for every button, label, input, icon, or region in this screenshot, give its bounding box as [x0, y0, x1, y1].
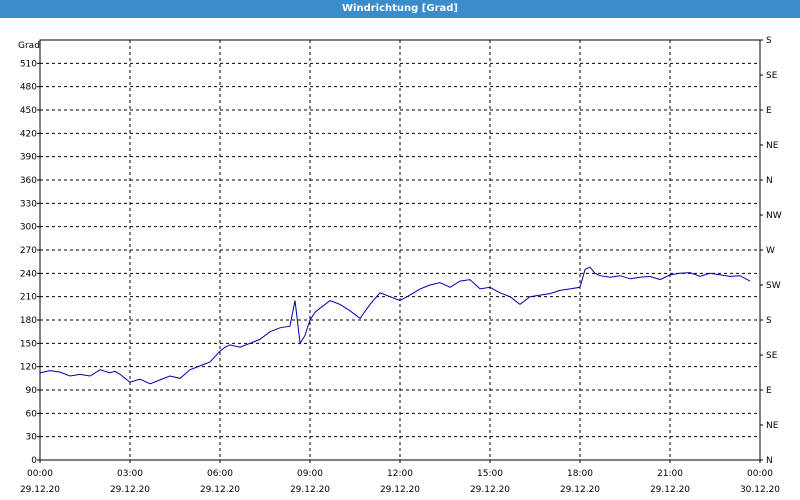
- y-tick-label: 510: [20, 59, 37, 69]
- grid-layer: [40, 40, 760, 460]
- y-tick-label: 150: [20, 339, 37, 349]
- x-tick-date: 29.12.20: [20, 485, 60, 495]
- x-tick-time: 09:00: [297, 469, 323, 479]
- y-tick-label: 300: [20, 223, 37, 233]
- y-axis-ticks: 0 30 60 90 120 150 180 210 240 270 300 330 360 390 420…: [20, 59, 40, 466]
- right-tick-label: NE: [766, 421, 779, 431]
- x-tick-time: 00:00: [27, 469, 53, 479]
- y-tick-label: 180: [20, 316, 37, 326]
- y-tick-label: 480: [20, 83, 37, 93]
- y-tick-label: 240: [20, 269, 37, 279]
- y-tick-label: 210: [20, 293, 37, 303]
- y-tick-label: 270: [20, 246, 37, 256]
- y-tick-label: 420: [20, 129, 37, 139]
- right-tick-label: N: [766, 176, 773, 186]
- right-tick-label: NW: [766, 211, 782, 221]
- x-tick-time: 21:00: [657, 469, 683, 479]
- x-tick-date: 29.12.20: [380, 485, 420, 495]
- x-tick-time: 15:00: [477, 469, 503, 479]
- x-tick-time: 18:00: [567, 469, 593, 479]
- right-tick-label: W: [766, 246, 775, 256]
- x-tick-date: 30.12.20: [740, 485, 780, 495]
- right-tick-label: E: [766, 106, 772, 116]
- y-tick-label: 360: [20, 176, 37, 186]
- x-tick-date: 29.12.20: [470, 485, 510, 495]
- x-tick-time: 06:00: [207, 469, 233, 479]
- y-tick-label: 60: [26, 409, 38, 419]
- x-tick-date: 29.12.20: [200, 485, 240, 495]
- right-tick-label: NE: [766, 141, 779, 151]
- right-tick-label: SE: [766, 71, 778, 81]
- y-tick-label: 0: [31, 456, 37, 466]
- right-tick-label: SE: [766, 351, 778, 361]
- x-tick-date: 29.12.20: [560, 485, 600, 495]
- y-tick-label: 120: [20, 363, 37, 373]
- y-tick-label: 90: [26, 386, 38, 396]
- right-tick-label: S: [766, 36, 772, 46]
- y-axis-label: Grad: [18, 41, 40, 51]
- y-tick-label: 390: [20, 153, 37, 163]
- right-tick-label: S: [766, 316, 772, 326]
- x-axis-ticks: 00:00 29.12.20 03:00 29.12.20 06:00 29.12.20 0…: [20, 460, 780, 495]
- x-tick-date: 29.12.20: [110, 485, 150, 495]
- y-tick-label: 450: [20, 106, 37, 116]
- x-tick-date: 29.12.20: [290, 485, 330, 495]
- x-tick-time: 00:00: [747, 469, 773, 479]
- x-tick-date: 29.12.20: [650, 485, 690, 495]
- right-tick-label: E: [766, 386, 772, 396]
- right-tick-label: SW: [766, 281, 781, 291]
- y-tick-label: 330: [20, 199, 37, 209]
- wind-direction-chart: Grad 0 30 60 90 120 150 180 210 240 270 300 330 360 3…: [18, 36, 782, 495]
- right-tick-label: N: [766, 456, 773, 466]
- x-tick-time: 12:00: [387, 469, 413, 479]
- right-axis-ticks: N NE E SE S SW W NW N NE E SE S: [760, 36, 782, 466]
- x-tick-time: 03:00: [117, 469, 143, 479]
- y-tick-label: 30: [26, 433, 38, 443]
